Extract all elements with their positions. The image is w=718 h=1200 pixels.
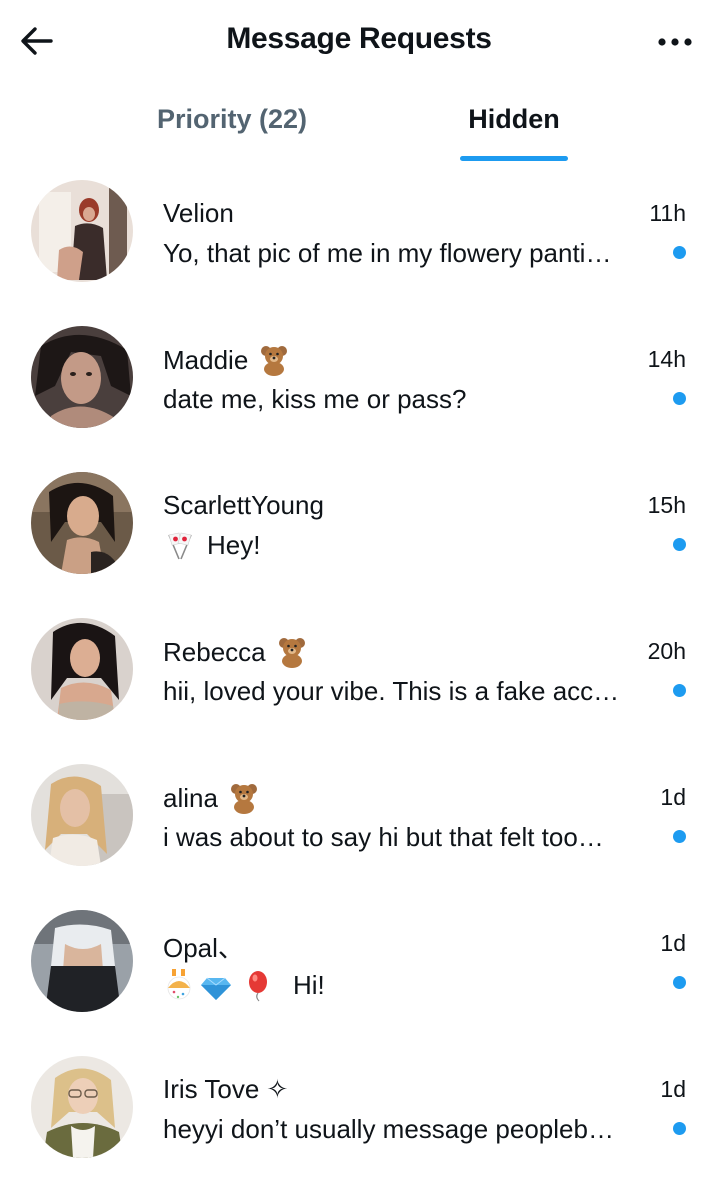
timestamp: 11h: [649, 200, 686, 226]
avatar[interactable]: [31, 618, 133, 720]
sender-name: Velion: [163, 198, 234, 229]
sender-name-text: Rebecca: [163, 636, 266, 667]
sender-name: ScarlettYoung: [163, 490, 324, 521]
active-tab-indicator: [460, 156, 568, 161]
conversation-row[interactable]: ScarlettYoung 15h Hey!: [0, 454, 718, 600]
top-bar: Message Requests: [0, 0, 718, 84]
sender-name: Maddie: [163, 344, 290, 376]
sender-name-text: Opal、: [163, 933, 244, 963]
tab-priority[interactable]: Priority (22): [116, 84, 348, 162]
tab-hidden[interactable]: Hidden: [416, 84, 612, 162]
sender-name: Rebecca: [163, 636, 308, 668]
teddy-bear-icon: [276, 636, 308, 668]
conversation-row[interactable]: Iris Tove ✧ 1d heyyi don’t usually messa…: [0, 1038, 718, 1184]
message-preview-text: i was about to say hi but that felt too…: [163, 822, 604, 852]
timestamp: 20h: [647, 638, 686, 664]
tab-bar: Priority (22) Hidden: [0, 84, 718, 162]
conversation-row[interactable]: alina 1d i was about to say hi but that …: [0, 746, 718, 892]
timestamp: 1d: [660, 930, 686, 956]
message-preview-text: Hey!: [207, 530, 261, 560]
message-preview-text: heyyi don’t usually message peopleb…: [163, 1114, 614, 1144]
sender-name-text: alina: [163, 782, 218, 813]
sender-name: Iris Tove ✧: [163, 1074, 288, 1105]
conversation-row[interactable]: Maddie 14h date me, kiss me or pass?: [0, 308, 718, 454]
avatar[interactable]: [31, 180, 133, 282]
unread-dot: [673, 976, 686, 989]
unread-dot: [673, 684, 686, 697]
message-preview: Hey!: [163, 530, 648, 561]
timestamp: 1d: [660, 1076, 686, 1102]
tab-hidden-label: Hidden: [468, 104, 560, 134]
message-preview: date me, kiss me or pass?: [163, 384, 648, 415]
conversation-row[interactable]: Velion 11h Yo, that pic of me in my flow…: [0, 162, 718, 308]
timestamp: 1d: [660, 784, 686, 810]
sender-name-text: Maddie: [163, 344, 249, 375]
message-preview: Yo, that pic of me in my flowery panti…: [163, 238, 648, 269]
unread-dot: [673, 538, 686, 551]
conversation-row[interactable]: Rebecca 20h hii, loved your vibe. This i…: [0, 600, 718, 746]
message-preview-text: Hi!: [293, 969, 325, 1000]
sender-name-text: ScarlettYoung: [163, 490, 324, 520]
more-options-button[interactable]: [650, 20, 700, 64]
japanese-flags-icon: [163, 531, 197, 561]
sender-name-text: Velion: [163, 198, 234, 228]
message-preview: heyyi don’t usually message peopleb…: [163, 1114, 648, 1145]
page-title: Message Requests: [226, 22, 492, 55]
message-preview: hii, loved your vibe. This is a fake acc…: [163, 676, 648, 707]
sender-name: alina: [163, 782, 260, 814]
unread-dot: [673, 1122, 686, 1135]
avatar[interactable]: [31, 472, 133, 574]
message-preview-text: date me, kiss me or pass?: [163, 384, 467, 414]
timestamp: 14h: [647, 346, 686, 372]
unread-dot: [673, 246, 686, 259]
avatar[interactable]: [31, 910, 133, 1012]
message-preview-text: hii, loved your vibe. This is a fake acc…: [163, 676, 620, 706]
avatar[interactable]: [31, 764, 133, 866]
unread-dot: [673, 392, 686, 405]
unread-dot: [673, 830, 686, 843]
avatar[interactable]: [31, 1056, 133, 1158]
sender-name: Opal、: [163, 928, 244, 965]
teddy-bear-icon: [228, 782, 260, 814]
message-preview: i was about to say hi but that felt too…: [163, 822, 648, 853]
timestamp: 15h: [647, 492, 686, 518]
celebration-emoji-icons: [163, 968, 283, 1002]
conversation-row[interactable]: Opal、 1d Hi!: [0, 892, 718, 1038]
tab-priority-label: Priority (22): [156, 104, 308, 134]
teddy-bear-icon: [258, 344, 290, 376]
message-preview-text: Yo, that pic of me in my flowery panti…: [163, 238, 612, 268]
sender-name-text: Iris Tove ✧: [163, 1074, 289, 1104]
message-preview: Hi!: [163, 968, 648, 1002]
avatar[interactable]: [31, 326, 133, 428]
more-horizontal-icon: [658, 38, 692, 46]
